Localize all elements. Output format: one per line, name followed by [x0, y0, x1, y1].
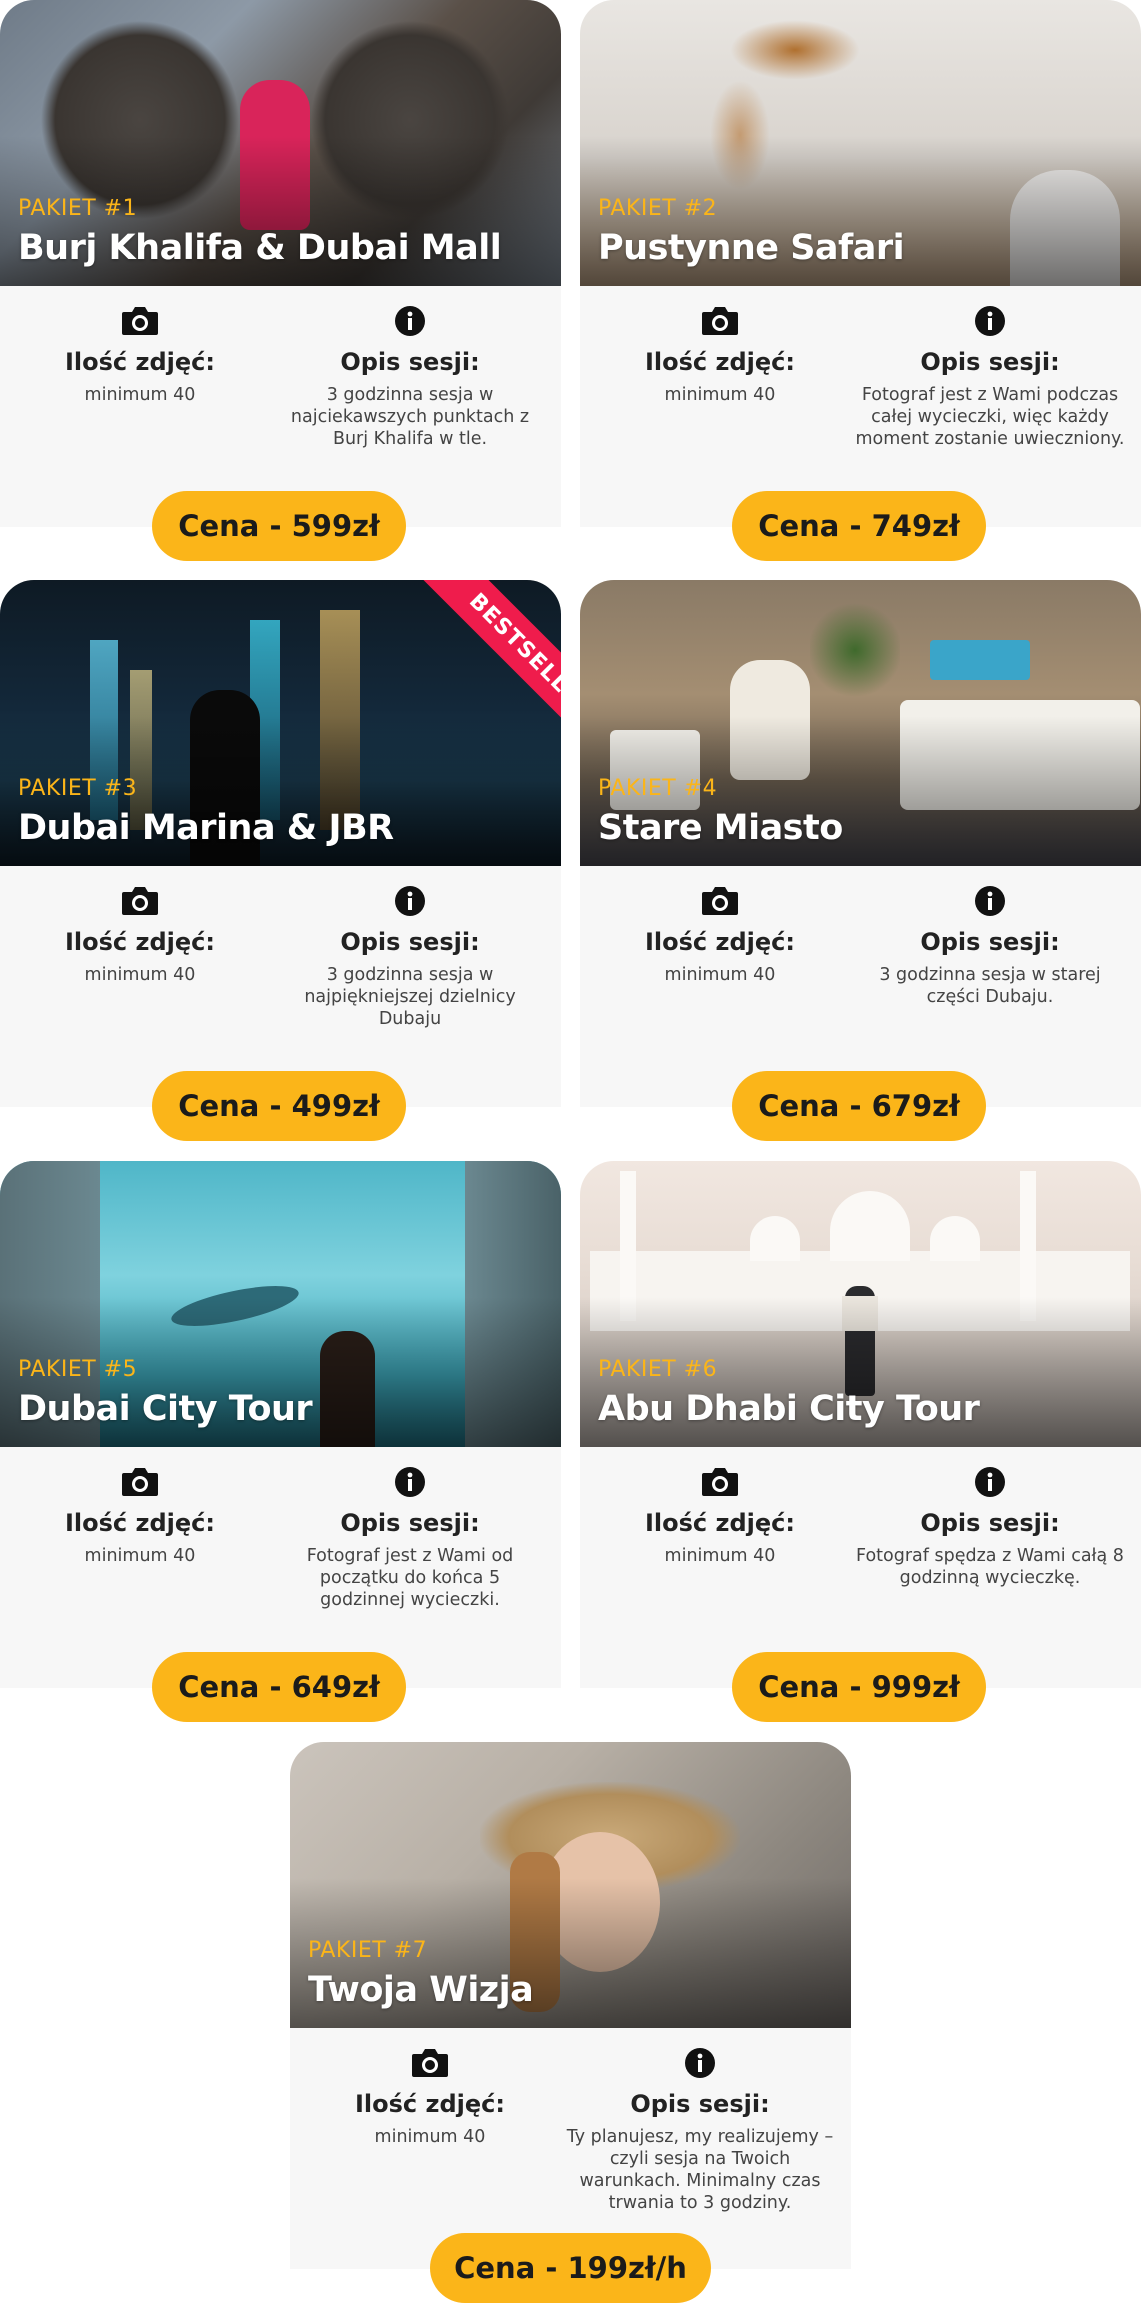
description-label: Opis sesji:: [630, 2090, 770, 2118]
info-icon: [855, 1465, 1125, 1499]
description-label: Opis sesji:: [340, 928, 480, 956]
photos-value: minimum 40: [84, 1546, 196, 1566]
photos-label: Ilość zdjęć:: [65, 348, 215, 376]
description-label: Opis sesji:: [340, 348, 480, 376]
photos-label: Ilość zdjęć:: [355, 2090, 505, 2118]
package-title: Dubai Marina & JBR: [18, 808, 394, 848]
package-number: PAKIET #7: [308, 1938, 428, 1963]
package-card-1: PAKIET #1 Burj Khalifa & Dubai Mall Iloś…: [0, 0, 561, 561]
package-number: PAKIET #3: [18, 776, 138, 801]
photos-value: minimum 40: [84, 385, 196, 405]
package-title: Abu Dhabi City Tour: [598, 1389, 980, 1429]
package-card-7: PAKIET #7 Twoja Wizja Ilość zdjęć: minim…: [290, 1742, 851, 2303]
photos-label: Ilość zdjęć:: [65, 928, 215, 956]
camera-icon: [40, 1465, 240, 1499]
package-number: PAKIET #6: [598, 1357, 718, 1382]
package-card-3: BESTSELLER PAKIET #3 Dubai Marina & JBR …: [0, 580, 561, 1141]
info-icon: [275, 884, 545, 918]
photos-label: Ilość zdjęć:: [645, 1509, 795, 1537]
description-text: 3 godzinna sesja w najciekawszych punkta…: [290, 385, 530, 449]
package-number: PAKIET #1: [18, 196, 138, 221]
info-icon: [565, 2046, 835, 2080]
camera-icon: [620, 1465, 820, 1499]
description-label: Opis sesji:: [920, 1509, 1060, 1537]
camera-icon: [330, 2046, 530, 2080]
price-button[interactable]: Cena - 199zł/h: [430, 2233, 711, 2303]
package-title: Stare Miasto: [598, 808, 843, 848]
photos-value: minimum 40: [664, 1546, 776, 1566]
description-label: Opis sesji:: [920, 928, 1060, 956]
price-button[interactable]: Cena - 499zł: [152, 1071, 406, 1141]
info-icon: [275, 304, 545, 338]
description-text: 3 godzinna sesja w najpiękniejszej dziel…: [304, 965, 516, 1029]
description-text: 3 godzinna sesja w starej części Dubaju.: [879, 965, 1101, 1007]
camera-icon: [620, 304, 820, 338]
package-card-2: PAKIET #2 Pustynne Safari Ilość zdjęć: m…: [580, 0, 1141, 561]
package-number: PAKIET #2: [598, 196, 718, 221]
photos-label: Ilość zdjęć:: [65, 1509, 215, 1537]
description-text: Fotograf jest z Wami podczas całej wycie…: [855, 385, 1125, 449]
package-card-5: PAKIET #5 Dubai City Tour Ilość zdjęć: m…: [0, 1161, 561, 1722]
description-text: Ty planujesz, my realizujemy – czyli ses…: [566, 2127, 834, 2213]
camera-icon: [40, 304, 240, 338]
price-button[interactable]: Cena - 749zł: [732, 491, 986, 561]
camera-icon: [620, 884, 820, 918]
package-title: Twoja Wizja: [308, 1970, 534, 2010]
camera-icon: [40, 884, 240, 918]
package-number: PAKIET #4: [598, 776, 718, 801]
package-title: Pustynne Safari: [598, 228, 905, 268]
photos-value: minimum 40: [84, 965, 196, 985]
photos-label: Ilość zdjęć:: [645, 928, 795, 956]
photos-value: minimum 40: [664, 385, 776, 405]
package-card-4: PAKIET #4 Stare Miasto Ilość zdjęć: mini…: [580, 580, 1141, 1141]
photos-label: Ilość zdjęć:: [645, 348, 795, 376]
price-button[interactable]: Cena - 649zł: [152, 1652, 406, 1722]
info-icon: [275, 1465, 545, 1499]
package-title: Dubai City Tour: [18, 1389, 313, 1429]
info-icon: [855, 304, 1125, 338]
photos-value: minimum 40: [664, 965, 776, 985]
description-label: Opis sesji:: [920, 348, 1060, 376]
description-text: Fotograf jest z Wami od początku do końc…: [306, 1546, 514, 1610]
description-text: Fotograf spędza z Wami całą 8 godzinną w…: [856, 1546, 1124, 1588]
package-number: PAKIET #5: [18, 1357, 138, 1382]
package-title: Burj Khalifa & Dubai Mall: [18, 228, 502, 268]
price-button[interactable]: Cena - 599zł: [152, 491, 406, 561]
photos-value: minimum 40: [374, 2127, 486, 2147]
price-button[interactable]: Cena - 679zł: [732, 1071, 986, 1141]
price-button[interactable]: Cena - 999zł: [732, 1652, 986, 1722]
description-label: Opis sesji:: [340, 1509, 480, 1537]
info-icon: [855, 884, 1125, 918]
package-card-6: PAKIET #6 Abu Dhabi City Tour Ilość zdję…: [580, 1161, 1141, 1722]
